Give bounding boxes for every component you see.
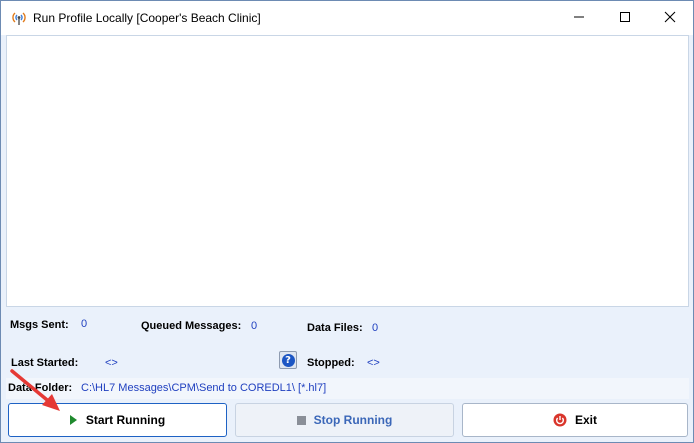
queued-messages-value: 0 <box>251 320 258 332</box>
last-started-value: <> <box>105 357 118 369</box>
run-profile-window: Run Profile Locally [Cooper's Beach Clin… <box>0 0 694 443</box>
data-folder-bar: Data Folder: C:\HL7 Messages\CPM\Send to… <box>6 378 689 399</box>
start-running-label: Start Running <box>85 413 166 427</box>
data-folder-label: Data Folder: <box>8 382 73 394</box>
msgs-sent-label: Msgs Sent: <box>10 319 69 331</box>
exit-button[interactable]: Exit <box>462 403 688 437</box>
minimize-button[interactable] <box>556 1 602 35</box>
antenna-broadcast-icon <box>11 10 27 26</box>
close-icon <box>664 11 676 26</box>
last-started-label: Last Started: <box>11 357 79 369</box>
queued-messages-label: Queued Messages: <box>141 320 242 332</box>
stopped-value: <> <box>367 357 380 369</box>
help-button[interactable]: ? <box>279 351 297 369</box>
power-exit-icon <box>553 413 567 427</box>
close-button[interactable] <box>647 1 693 35</box>
data-files-label: Data Files: <box>307 322 363 334</box>
msgs-sent-value: 0 <box>81 318 88 330</box>
stop-running-label: Stop Running <box>313 413 393 427</box>
maximize-icon <box>619 11 631 26</box>
title-bar: Run Profile Locally [Cooper's Beach Clin… <box>1 1 693 35</box>
start-running-button[interactable]: Start Running <box>8 403 227 437</box>
log-output-panel[interactable] <box>6 35 689 307</box>
stop-running-button[interactable]: Stop Running <box>235 403 454 437</box>
stop-icon <box>296 415 306 425</box>
maximize-button[interactable] <box>602 1 648 35</box>
help-question-icon: ? <box>281 353 295 367</box>
window-title: Run Profile Locally [Cooper's Beach Clin… <box>33 11 261 25</box>
stopped-label: Stopped: <box>307 357 355 369</box>
play-icon <box>69 415 78 425</box>
exit-label: Exit <box>574 413 597 427</box>
data-folder-path: C:\HL7 Messages\CPM\Send to COREDL1\ [*.… <box>81 382 327 394</box>
data-files-value: 0 <box>372 322 379 334</box>
minimize-icon <box>573 11 585 26</box>
